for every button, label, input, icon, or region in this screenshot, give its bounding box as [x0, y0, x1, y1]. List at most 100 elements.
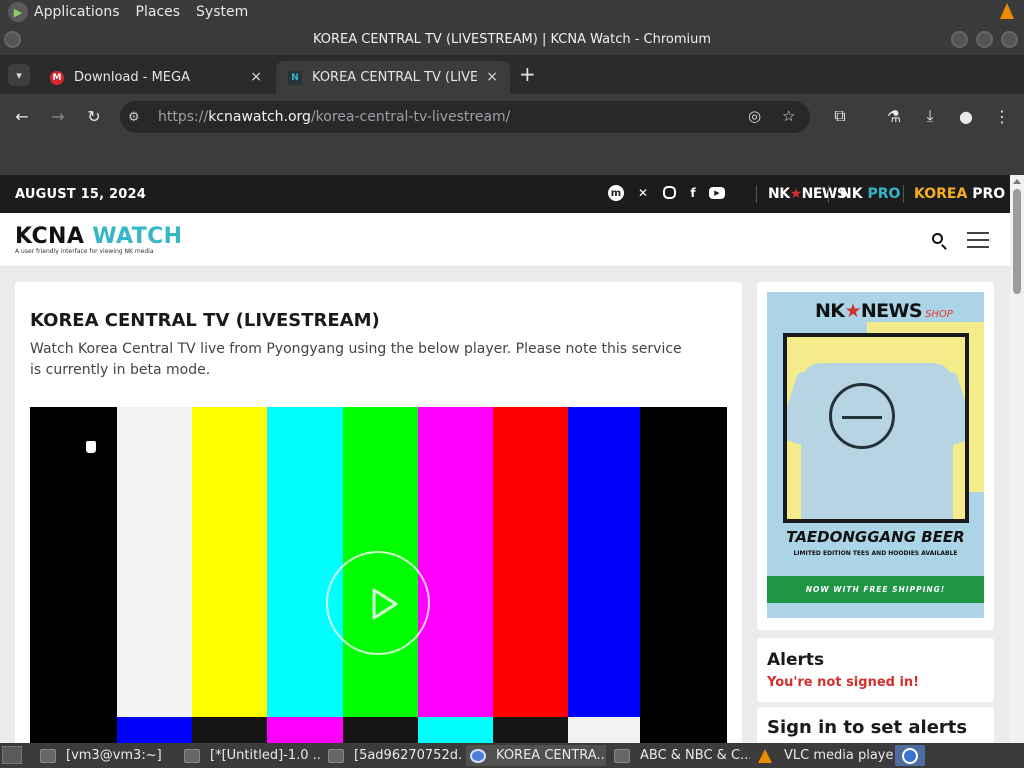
maximize-button[interactable]: [976, 31, 993, 48]
back-arrow-icon[interactable]: ←: [10, 104, 34, 128]
tab-search-button[interactable]: ▾: [8, 64, 30, 86]
window-titlebar[interactable]: KOREA CENTRAL TV (LIVESTREAM) | KCNA Wat…: [0, 24, 1024, 55]
color-bar-lower: [343, 717, 418, 743]
window-title: KOREA CENTRAL TV (LIVESTREAM) | KCNA Wat…: [312, 32, 712, 47]
color-bar-lower: [30, 717, 117, 743]
nk-pro-link[interactable]: NK PRO: [840, 186, 900, 202]
signin-card: Sign in to set alerts: [757, 707, 994, 743]
color-bar: [568, 407, 640, 717]
applications-icon[interactable]: ▶: [8, 2, 28, 22]
menu-system[interactable]: System: [196, 4, 248, 20]
taskbar: [vm3@vm3:~] [*[Untitled]-1.0 ... [5ad962…: [0, 743, 1024, 768]
nk-news-shop-ad[interactable]: NK★NEWS SHOP TAEDONGGANG BEER LIMITED EDI…: [767, 292, 984, 618]
tab-title: Download - MEGA: [74, 70, 190, 85]
task-terminal[interactable]: [vm3@vm3:~]: [36, 745, 176, 766]
logo-tagline: A user friendly interface for viewing NK…: [15, 248, 154, 255]
x-twitter-icon[interactable]: ✕: [635, 185, 651, 201]
tab-title: KOREA CENTRAL TV (LIVESTREAM) | KCNA Wat…: [312, 70, 477, 85]
article-description: Watch Korea Central TV live from Pyongya…: [30, 341, 682, 378]
alerts-card: Alerts You're not signed in!: [757, 638, 994, 702]
alerts-title: Alerts: [767, 650, 825, 670]
scroll-up-arrow-icon[interactable]: [1013, 179, 1021, 184]
scrollbar-thumb[interactable]: [1013, 189, 1021, 294]
show-desktop-icon[interactable]: [2, 746, 22, 764]
current-date: AUGUST 15, 2024: [15, 187, 146, 202]
task-abc-nbc[interactable]: ABC & NBC & C...: [610, 745, 750, 766]
url-text[interactable]: https://kcnawatch.org/korea-central-tv-l…: [158, 109, 510, 125]
play-icon: [372, 588, 398, 620]
divider: [756, 185, 757, 203]
hamburger-menu-icon[interactable]: [967, 232, 989, 248]
color-bar-lower: [418, 717, 493, 743]
ad-brand: NK★NEWS SHOP: [815, 300, 953, 322]
labs-flask-icon[interactable]: ⚗: [882, 104, 906, 128]
instagram-icon[interactable]: [663, 186, 676, 199]
nk-news-link[interactable]: NK★NEWS: [768, 186, 847, 202]
address-bar[interactable]: ⚙ https://kcnawatch.org/korea-central-tv…: [120, 101, 810, 133]
ad-subline: LIMITED EDITION TEES AND HOODIES AVAILAB…: [793, 550, 958, 557]
site-info-icon[interactable]: ⚙: [128, 110, 146, 125]
chromium-tray-icon[interactable]: [895, 745, 925, 766]
menu-places[interactable]: Places: [136, 4, 181, 20]
page-title: KOREA CENTRAL TV (LIVESTREAM): [30, 310, 380, 331]
window-menu-button[interactable]: [4, 31, 21, 48]
korea-pro-link[interactable]: KOREA PRO: [914, 186, 1005, 202]
bookmark-star-icon[interactable]: ☆: [782, 107, 795, 125]
task-5ad96270752d[interactable]: [5ad96270752d...: [324, 745, 462, 766]
mouse-pointer-icon: [85, 440, 97, 454]
editor-icon: [614, 748, 630, 763]
search-icon[interactable]: [932, 233, 943, 244]
color-bar-lower: [117, 717, 192, 743]
bridge-emblem-icon: [829, 383, 895, 449]
folder-icon: [184, 748, 200, 763]
kebab-menu-icon[interactable]: ⋮: [990, 104, 1014, 128]
download-icon[interactable]: ⤓: [918, 104, 942, 128]
nknews-favicon-icon: N: [288, 70, 302, 85]
forward-arrow-icon[interactable]: →: [46, 104, 70, 128]
task-korea-central-tv[interactable]: KOREA CENTRA...: [466, 745, 606, 766]
color-bar: [418, 407, 493, 717]
profile-icon[interactable]: ●: [954, 104, 978, 128]
close-window-button[interactable]: [1001, 31, 1018, 48]
color-bar: [493, 407, 568, 717]
mega-favicon-icon: M: [50, 70, 64, 85]
video-player[interactable]: [30, 407, 727, 743]
color-bar: [117, 407, 192, 717]
article-card: KOREA CENTRAL TV (LIVESTREAM) Watch Kore…: [15, 282, 742, 743]
color-bar: [267, 407, 343, 717]
ad-product-frame: [783, 333, 969, 523]
color-bar-lower: [267, 717, 343, 743]
vlc-tray-icon[interactable]: [1000, 3, 1014, 19]
terminal-icon: [40, 748, 56, 763]
color-bar-lower: [640, 717, 727, 743]
site-header: KCNA WATCH A user friendly interface for…: [0, 213, 1010, 267]
color-bar-lower: [568, 717, 640, 743]
kcna-watch-logo[interactable]: KCNA WATCH: [15, 224, 182, 249]
site-top-bar: AUGUST 15, 2024 m ✕ f ▶ NK★NEWS NK PRO K…: [0, 175, 1010, 213]
sidebar-ad-card: NK★NEWS SHOP TAEDONGGANG BEER LIMITED EDI…: [757, 282, 994, 630]
color-bar-lower: [192, 717, 267, 743]
task-untitled[interactable]: [*[Untitled]-1.0 ...: [180, 745, 320, 766]
extensions-icon[interactable]: ⧉: [828, 104, 852, 128]
color-bar: [640, 407, 727, 717]
tab-strip: ▾ M Download - MEGA × N KOREA CENTRAL TV…: [0, 55, 1024, 94]
ad-headline: TAEDONGGANG BEER: [786, 528, 965, 546]
chromium-icon: [470, 748, 486, 763]
eye-slash-icon[interactable]: ◎: [748, 107, 761, 125]
tab-kcna-watch[interactable]: N KOREA CENTRAL TV (LIVESTREAM) | KCNA W…: [276, 61, 510, 94]
divider: [828, 185, 829, 203]
menu-applications[interactable]: Applications: [34, 4, 120, 20]
vlc-icon: [758, 748, 772, 763]
task-vlc[interactable]: VLC media player: [754, 745, 894, 766]
new-tab-button[interactable]: +: [519, 62, 536, 86]
facebook-icon[interactable]: f: [685, 185, 701, 201]
youtube-icon[interactable]: ▶: [709, 187, 725, 199]
reload-icon[interactable]: ↻: [82, 104, 106, 128]
tab-mega[interactable]: M Download - MEGA ×: [38, 61, 274, 94]
mastodon-icon[interactable]: m: [608, 185, 624, 201]
tab-close-icon[interactable]: ×: [250, 69, 262, 85]
minimize-button[interactable]: [951, 31, 968, 48]
tab-close-icon[interactable]: ×: [486, 69, 498, 85]
page-scrollbar[interactable]: [1010, 175, 1024, 743]
page-content: KOREA CENTRAL TV (LIVESTREAM) Watch Kore…: [0, 267, 1010, 743]
